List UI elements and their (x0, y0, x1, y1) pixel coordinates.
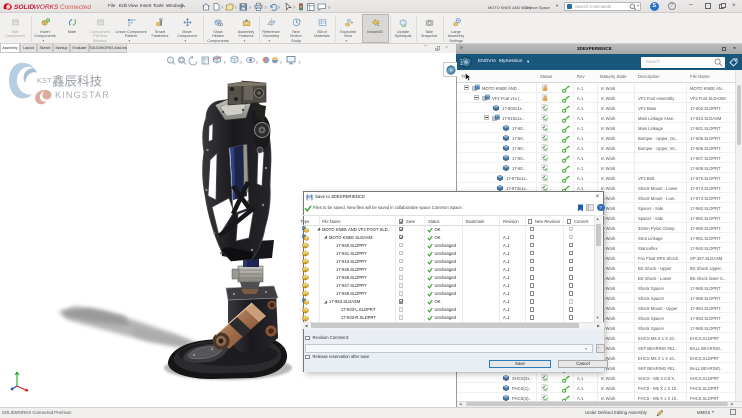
svg-text:WORKS: WORKS (34, 4, 60, 11)
svg-text:Connected: Connected (60, 4, 91, 11)
svg-text:SOLID: SOLID (14, 4, 34, 11)
